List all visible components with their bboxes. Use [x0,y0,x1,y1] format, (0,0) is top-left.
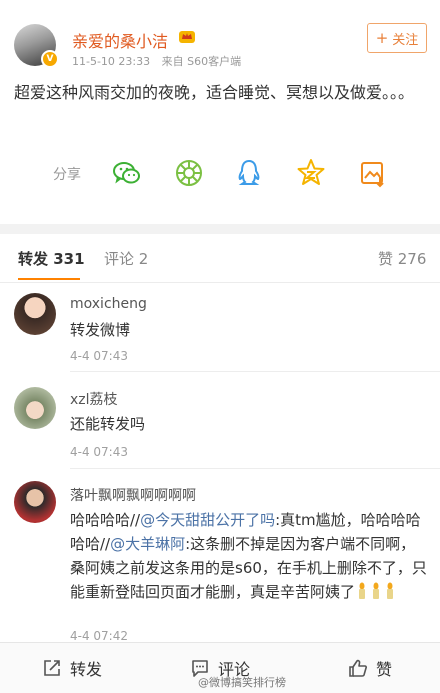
commenter-name[interactable]: 落叶飘啊飘啊啊啊啊 [70,485,196,505]
tab-comment[interactable]: 评论 2 [104,248,148,269]
mention-link[interactable]: @今天甜甜公开了吗 [140,511,275,529]
plus-icon: + [375,29,389,47]
qzone-icon[interactable] [296,158,326,188]
share-label: 分享 [53,167,81,183]
commenter-avatar[interactable] [14,293,56,335]
thumbs-up-icon [349,659,367,677]
active-tab-indicator [18,278,80,280]
list-item: moxicheng 转发微博 4-4 07:43 [0,283,440,373]
list-item: xzl荔枝 还能转发吗 4-4 07:43 [0,373,440,469]
tab-like[interactable]: 赞 276 [378,248,426,269]
candle-emoji-icon [359,582,366,599]
moments-icon[interactable] [174,158,204,188]
comment-text: 哈哈哈哈//@今天甜甜公开了吗:真tm尴尬，哈哈哈哈哈哈//@大羊琳阿:这条删不… [70,508,430,604]
mention-link[interactable]: @大羊琳阿 [110,535,185,553]
follow-button[interactable]: + 关注 [367,23,427,53]
like-label: 赞 [376,660,393,679]
watermark: @微博搞笑排行榜 [198,676,286,689]
follow-label: 关注 [392,32,419,48]
qq-icon[interactable] [234,158,264,188]
save-image-icon[interactable] [358,158,388,188]
repost-icon [44,660,60,676]
tab-repost[interactable]: 转发 331 [18,248,85,269]
post-time: 11-5-10 23:33 [72,55,151,68]
wechat-icon[interactable] [112,158,142,188]
original-post: V 亲爱的桑小洁 11-5-10 23:33 来自 S60客户端 + 关注 超爱… [0,0,440,224]
divider [70,371,440,372]
candle-emoji-icon [387,582,394,599]
poster-username[interactable]: 亲爱的桑小洁 [72,28,168,52]
commenter-avatar[interactable] [14,387,56,429]
repost-button[interactable]: 转发 [42,643,102,693]
comment-time: 4-4 07:43 [70,349,128,363]
post-source: 来自 S60客户端 [161,55,242,68]
comment-text: 还能转发吗 [70,415,146,433]
section-gap [0,224,440,234]
post-meta: 11-5-10 23:33 来自 S60客户端 [72,53,241,69]
member-crown-icon [179,31,195,43]
comment-text: 转发微博 [70,321,131,339]
interaction-tabs: 转发 331 评论 2 赞 276 [0,234,440,283]
comment-text-part: 哈哈哈哈// [70,511,141,529]
commenter-avatar[interactable] [14,481,56,523]
comment-time: 4-4 07:42 [70,629,128,643]
commenter-name[interactable]: moxicheng [70,296,147,312]
like-button[interactable]: 赞 [348,643,392,693]
share-row: 分享 [0,152,440,196]
post-content: 超爱这种风雨交加的夜晚，适合睡觉、冥想以及做爱。。。 [14,83,415,102]
commenter-name[interactable]: xzl荔枝 [70,389,118,409]
verified-badge-icon: V [41,50,59,68]
list-item: 落叶飘啊飘啊啊啊啊 哈哈哈哈//@今天甜甜公开了吗:真tm尴尬，哈哈哈哈哈哈//… [0,469,440,643]
comment-time: 4-4 07:43 [70,445,128,459]
candle-emoji-icon [373,582,380,599]
repost-label: 转发 [70,660,103,679]
